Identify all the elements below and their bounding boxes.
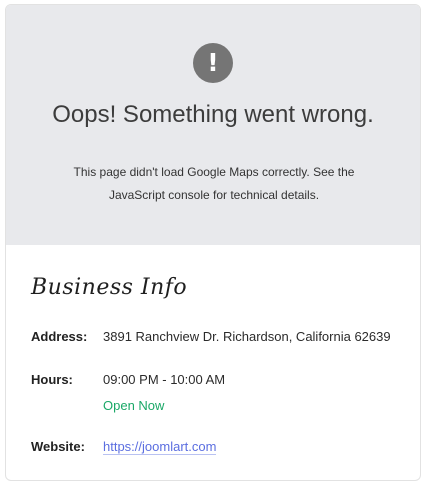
exclamation-icon: ! <box>193 43 233 83</box>
business-card: ! Oops! Something went wrong. This page … <box>5 4 421 481</box>
website-value: https://joomlart.com <box>103 439 217 455</box>
hours-value: 09:00 PM - 10:00 AM <box>103 372 226 387</box>
website-link[interactable]: https://joomlart.com <box>103 439 217 455</box>
address-label: Address: <box>31 329 88 344</box>
hours-label: Hours: <box>31 372 73 387</box>
website-label: Website: <box>31 439 85 454</box>
map-error-panel: ! Oops! Something went wrong. This page … <box>6 5 420 245</box>
error-message: This page didn't load Google Maps correc… <box>73 165 355 202</box>
open-status: Open Now <box>103 398 165 413</box>
error-title: Oops! Something went wrong. <box>52 101 374 128</box>
business-info-heading: Business Info <box>31 275 188 300</box>
address-value: 3891 Ranchview Dr. Richardson, Californi… <box>103 329 391 344</box>
